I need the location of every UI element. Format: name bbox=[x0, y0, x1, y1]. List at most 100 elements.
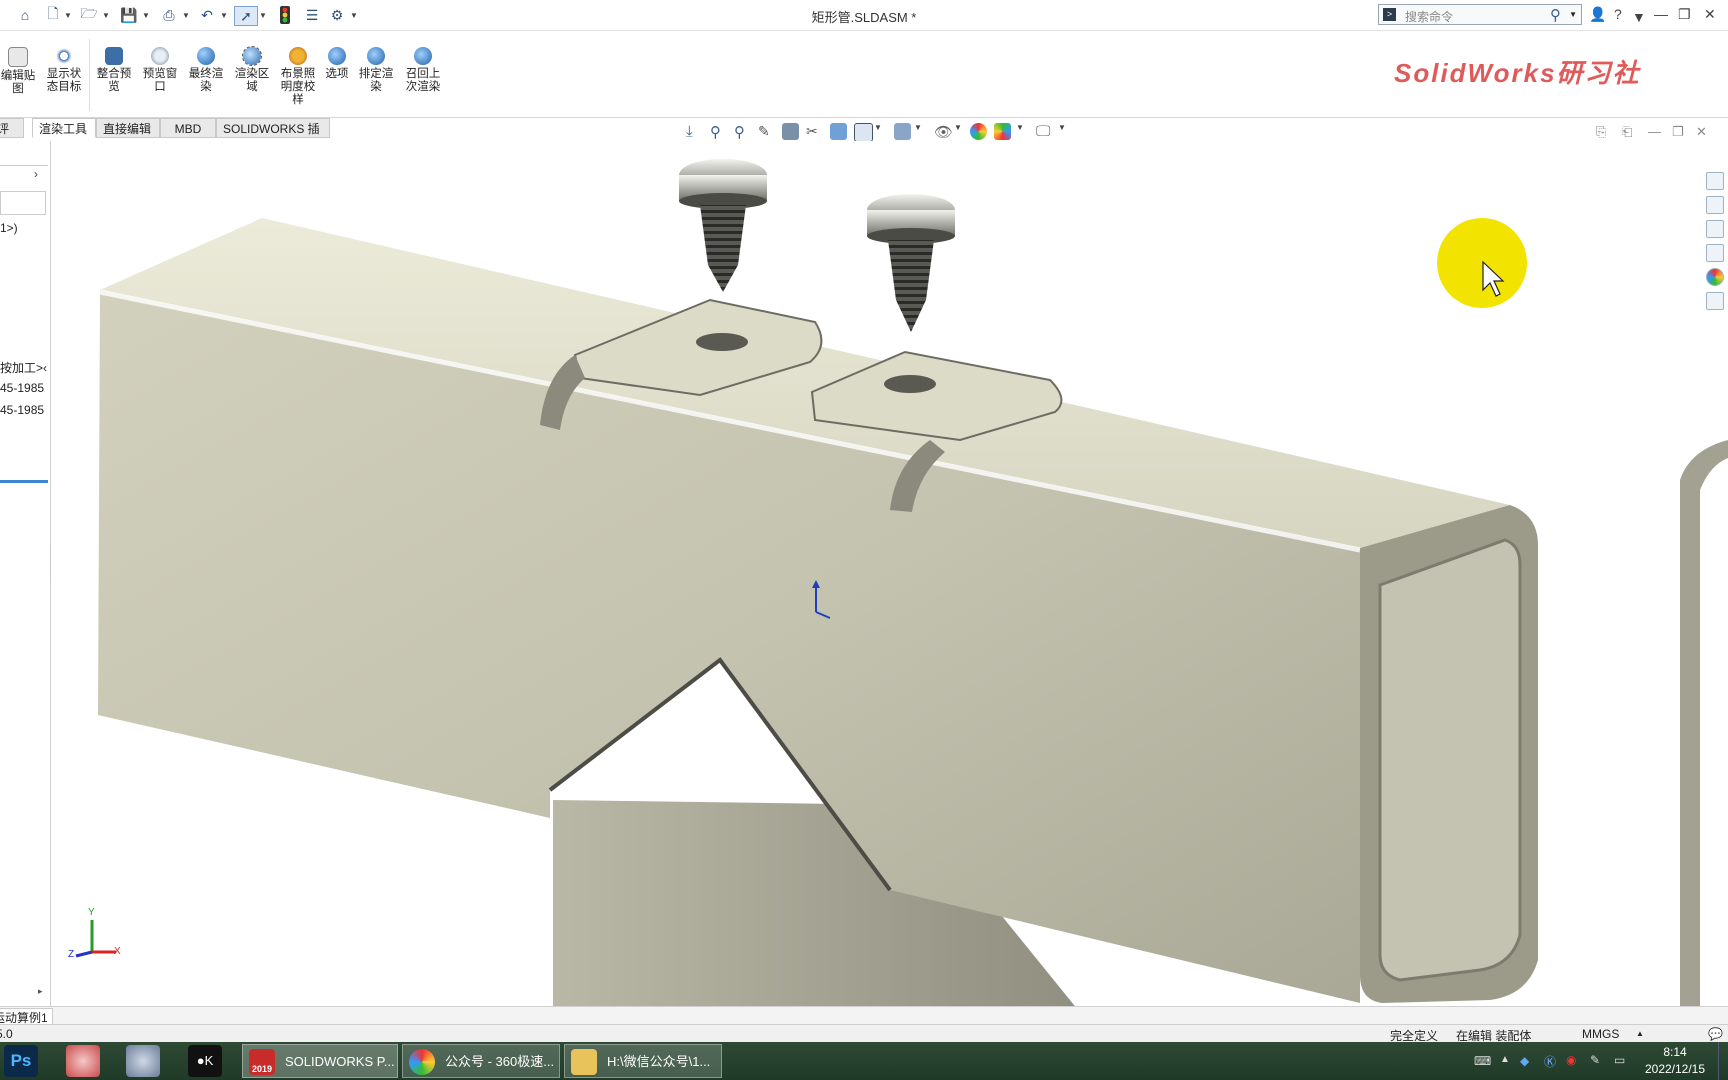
system-clock[interactable]: 8:14 2022/12/15 bbox=[1640, 1044, 1710, 1078]
apply-scene-icon[interactable] bbox=[970, 123, 987, 140]
chevron-right-icon[interactable]: › bbox=[34, 167, 38, 181]
photoshop-icon[interactable]: Ps bbox=[4, 1045, 38, 1077]
chevron-down-icon[interactable]: ▼ bbox=[914, 123, 922, 140]
tab-mbd[interactable]: MBD bbox=[160, 118, 216, 138]
watermark-text: SolidWorks研习社 bbox=[1394, 58, 1641, 88]
schedule-render-button[interactable]: 排定渲 染 bbox=[356, 47, 396, 94]
edit-decal-button[interactable]: 编辑贴 图 bbox=[0, 47, 36, 96]
previous-view-arrow-icon[interactable]: ✎ bbox=[758, 123, 775, 140]
display-state-target-button[interactable]: 显示状 态目标 bbox=[44, 47, 84, 94]
view-orientation-icon[interactable] bbox=[830, 123, 847, 140]
render-region-button[interactable]: 渲染区 域 bbox=[232, 46, 272, 94]
solidworks-2019-icon: 2019 bbox=[249, 1049, 275, 1075]
options-button[interactable]: 选项 bbox=[322, 47, 352, 81]
scroll-right-icon[interactable]: ▸ bbox=[38, 986, 43, 997]
taskbar-window-label: SOLIDWORKS P... bbox=[285, 1054, 395, 1069]
preview-window-button[interactable]: 预览窗 口 bbox=[140, 47, 180, 94]
chevron-down-icon[interactable]: ▼ bbox=[1016, 123, 1024, 140]
search-input[interactable]: > 搜索命令 ⚲ ▼ bbox=[1378, 4, 1582, 25]
tab-label: MBD bbox=[174, 122, 202, 136]
tube-end-opening bbox=[1378, 538, 1522, 982]
close-icon[interactable]: ✕ bbox=[1704, 6, 1716, 23]
ev-capture-icon[interactable]: ●K bbox=[188, 1045, 222, 1077]
minimize-icon[interactable]: — bbox=[1654, 6, 1668, 22]
preview-window-label: 预览窗 口 bbox=[142, 68, 178, 93]
edit-decal-icon bbox=[8, 47, 28, 67]
tray-k-icon[interactable]: Ⓚ bbox=[1544, 1053, 1556, 1070]
rollback-bar[interactable] bbox=[0, 480, 48, 483]
taskbar-window-solidworks[interactable]: 2019 SOLIDWORKS P... bbox=[242, 1044, 398, 1078]
design-library-icon[interactable] bbox=[1706, 196, 1724, 214]
integrated-preview-button[interactable]: 整合预 览 bbox=[94, 47, 134, 94]
section-view-icon[interactable] bbox=[782, 123, 799, 140]
tree-item[interactable]: 45-1985 bbox=[0, 381, 44, 395]
feature-manager-panel: › 1>) 按加工>‹ 45-1985 45-1985 ▸ bbox=[0, 141, 51, 1007]
schedule-render-icon bbox=[367, 47, 385, 65]
dynamic-annotation-icon[interactable]: ✂ bbox=[806, 123, 823, 140]
chevron-down-icon[interactable]: ▼ bbox=[1569, 10, 1577, 19]
previous-view-icon[interactable]: ⤓ bbox=[686, 123, 703, 140]
tray-expand-icon[interactable]: ▲ bbox=[1500, 1054, 1510, 1065]
taskbar-window-browser[interactable]: 公众号 - 360极速... bbox=[402, 1044, 560, 1078]
integrated-preview-icon bbox=[105, 47, 123, 65]
chevron-down-icon[interactable]: ▼ bbox=[874, 123, 882, 140]
restore-icon[interactable]: ❐ bbox=[1678, 6, 1691, 23]
scene-illumination-proof-button[interactable]: 布景照 明度校 样 bbox=[278, 47, 318, 107]
schedule-render-label: 排定渲 染 bbox=[358, 68, 394, 93]
custom-properties-icon[interactable] bbox=[1706, 292, 1724, 310]
recall-last-render-button[interactable]: 召回上 次渲染 bbox=[402, 47, 444, 94]
triad-y-label: Y bbox=[88, 907, 95, 918]
tree-item[interactable]: 45-1985 bbox=[0, 403, 44, 417]
close-icon[interactable]: ✕ bbox=[1696, 124, 1707, 140]
final-render-icon bbox=[197, 47, 215, 65]
tree-item[interactable]: 1>) bbox=[0, 221, 18, 235]
final-render-button[interactable]: 最终渲 染 bbox=[186, 47, 226, 94]
clock-time: 8:14 bbox=[1663, 1045, 1687, 1059]
split-right-icon[interactable]: ⎗ bbox=[1622, 124, 1632, 140]
tree-item[interactable]: 按加工>‹ bbox=[0, 359, 47, 376]
view-settings-icon[interactable] bbox=[994, 123, 1011, 140]
record-icon[interactable]: ◉ bbox=[1566, 1053, 1576, 1067]
hide-show-items-icon[interactable] bbox=[894, 123, 911, 140]
input-method-icon[interactable]: ✎ bbox=[1590, 1053, 1600, 1067]
appearances-icon[interactable] bbox=[1706, 268, 1724, 286]
render-region-label: 渲染区 域 bbox=[234, 68, 270, 93]
show-desktop-button[interactable] bbox=[1718, 1042, 1728, 1080]
restore-icon[interactable]: ❐ bbox=[1672, 124, 1684, 140]
chevron-down-icon[interactable]: ▼ bbox=[1632, 9, 1646, 25]
360-browser-icon bbox=[409, 1049, 435, 1075]
panel-divider bbox=[0, 165, 48, 166]
network-icon[interactable]: ▭ bbox=[1614, 1053, 1625, 1067]
tray-app-icon[interactable]: ◆ bbox=[1520, 1054, 1529, 1068]
units-selector[interactable]: MMGS bbox=[1582, 1027, 1619, 1041]
view-palette-icon[interactable] bbox=[1706, 244, 1724, 262]
tab-render-tools[interactable]: 渲染工具 bbox=[32, 118, 96, 138]
screw-2-thread bbox=[888, 240, 934, 332]
tab-evaluate[interactable]: 评估 bbox=[0, 118, 24, 156]
search-icon[interactable]: ⚲ bbox=[1550, 6, 1561, 24]
graphics-area[interactable]: Y X Z bbox=[51, 141, 1728, 1007]
taskbar-window-explorer[interactable]: H:\微信公众号\1... bbox=[564, 1044, 722, 1078]
file-explorer-icon[interactable] bbox=[1706, 220, 1724, 238]
snipping-tool-icon[interactable] bbox=[126, 1045, 160, 1077]
minimize-icon[interactable]: — bbox=[1648, 124, 1661, 139]
monitor-icon[interactable]: 🖵 bbox=[1036, 123, 1053, 140]
chevron-up-icon[interactable]: ▲ bbox=[1636, 1029, 1644, 1038]
chevron-down-icon[interactable]: ▼ bbox=[1058, 123, 1066, 140]
chevron-down-icon[interactable]: ▼ bbox=[954, 123, 962, 140]
user-icon[interactable]: 👤 bbox=[1589, 6, 1606, 23]
zoom-to-area-icon[interactable]: ⚲ bbox=[734, 123, 751, 141]
zoom-to-fit-icon[interactable]: ⚲ bbox=[710, 123, 727, 141]
split-left-icon[interactable]: ⎘ bbox=[1596, 124, 1606, 140]
display-style-icon[interactable] bbox=[854, 123, 873, 142]
render-region-icon bbox=[242, 46, 262, 66]
tab-direct-editing[interactable]: 直接编辑 bbox=[96, 118, 160, 138]
edit-appearance-icon[interactable]: 👁 bbox=[934, 123, 953, 141]
tab-solidworks-addins[interactable]: SOLIDWORKS 插件 bbox=[216, 118, 330, 156]
help-icon[interactable]: ? bbox=[1614, 6, 1622, 22]
keyboard-icon[interactable]: ⌨ bbox=[1474, 1054, 1491, 1068]
tooltip-toggle-icon[interactable]: 💬 bbox=[1708, 1027, 1723, 1041]
solidworks-resources-icon[interactable] bbox=[1706, 172, 1724, 190]
filter-field[interactable] bbox=[0, 191, 46, 215]
screen-recorder-icon[interactable] bbox=[66, 1045, 100, 1077]
